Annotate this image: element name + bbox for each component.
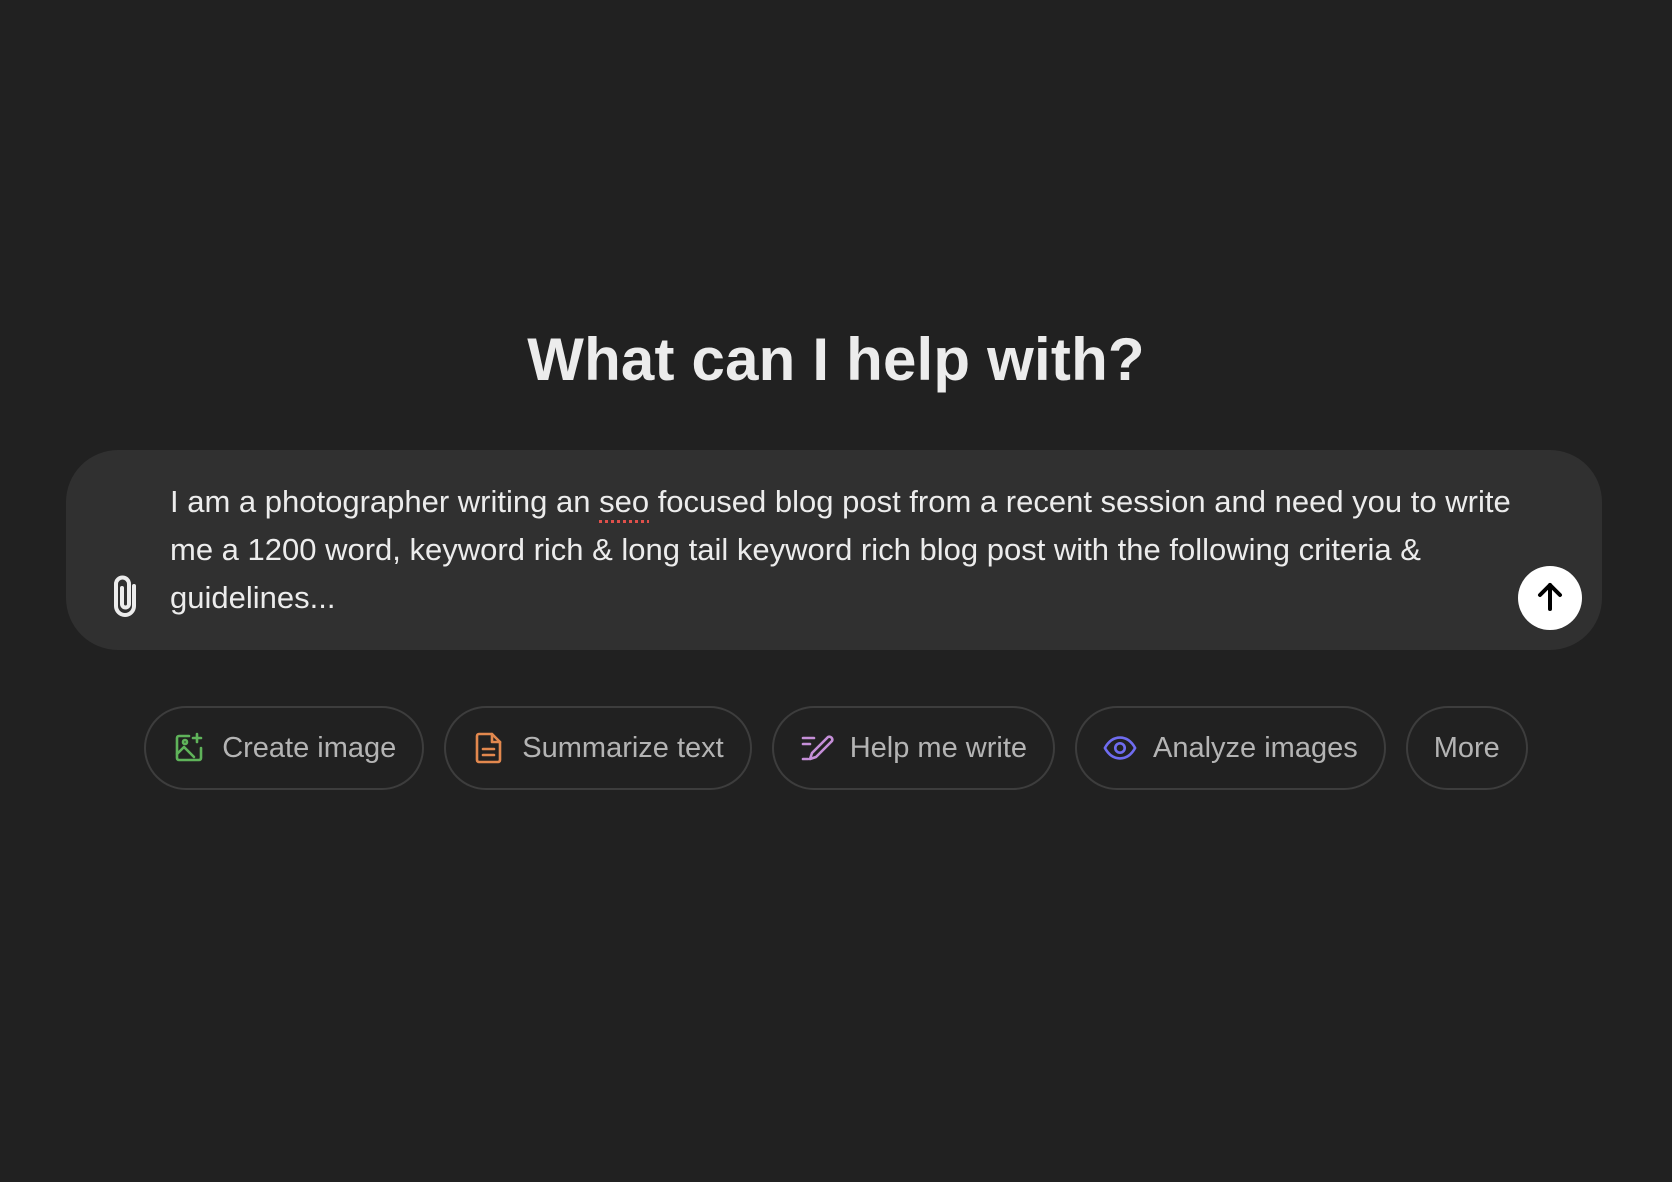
more-chip[interactable]: More [1405,706,1528,790]
image-sparkle-icon [172,731,206,765]
misspelled-word: seo [599,484,650,519]
create-image-chip[interactable]: Create image [144,706,425,790]
attach-button[interactable] [102,572,152,622]
document-icon [472,731,506,765]
eye-icon [1103,731,1137,765]
prompt-text-before: I am a photographer writing an [170,484,600,519]
send-button[interactable] [1518,566,1582,630]
pen-icon [800,731,834,765]
analyze-images-chip[interactable]: Analyze images [1075,706,1386,790]
chat-home: What can I help with? I am a photographe… [0,0,1672,1182]
help-me-write-chip[interactable]: Help me write [771,706,1056,790]
create-image-label: Create image [222,731,397,764]
analyze-images-label: Analyze images [1153,731,1358,764]
more-label: More [1433,731,1500,764]
prompt-input[interactable]: I am a photographer writing an seo focus… [170,478,1550,622]
prompt-composer: I am a photographer writing an seo focus… [66,450,1602,650]
summarize-text-chip[interactable]: Summarize text [444,706,752,790]
paperclip-icon [107,572,147,623]
summarize-text-label: Summarize text [522,731,724,764]
page-title: What can I help with? [527,326,1145,393]
arrow-up-icon [1533,580,1567,617]
help-me-write-label: Help me write [849,731,1028,764]
suggestion-chips: Create image Summarize text Help me writ… [0,706,1672,790]
